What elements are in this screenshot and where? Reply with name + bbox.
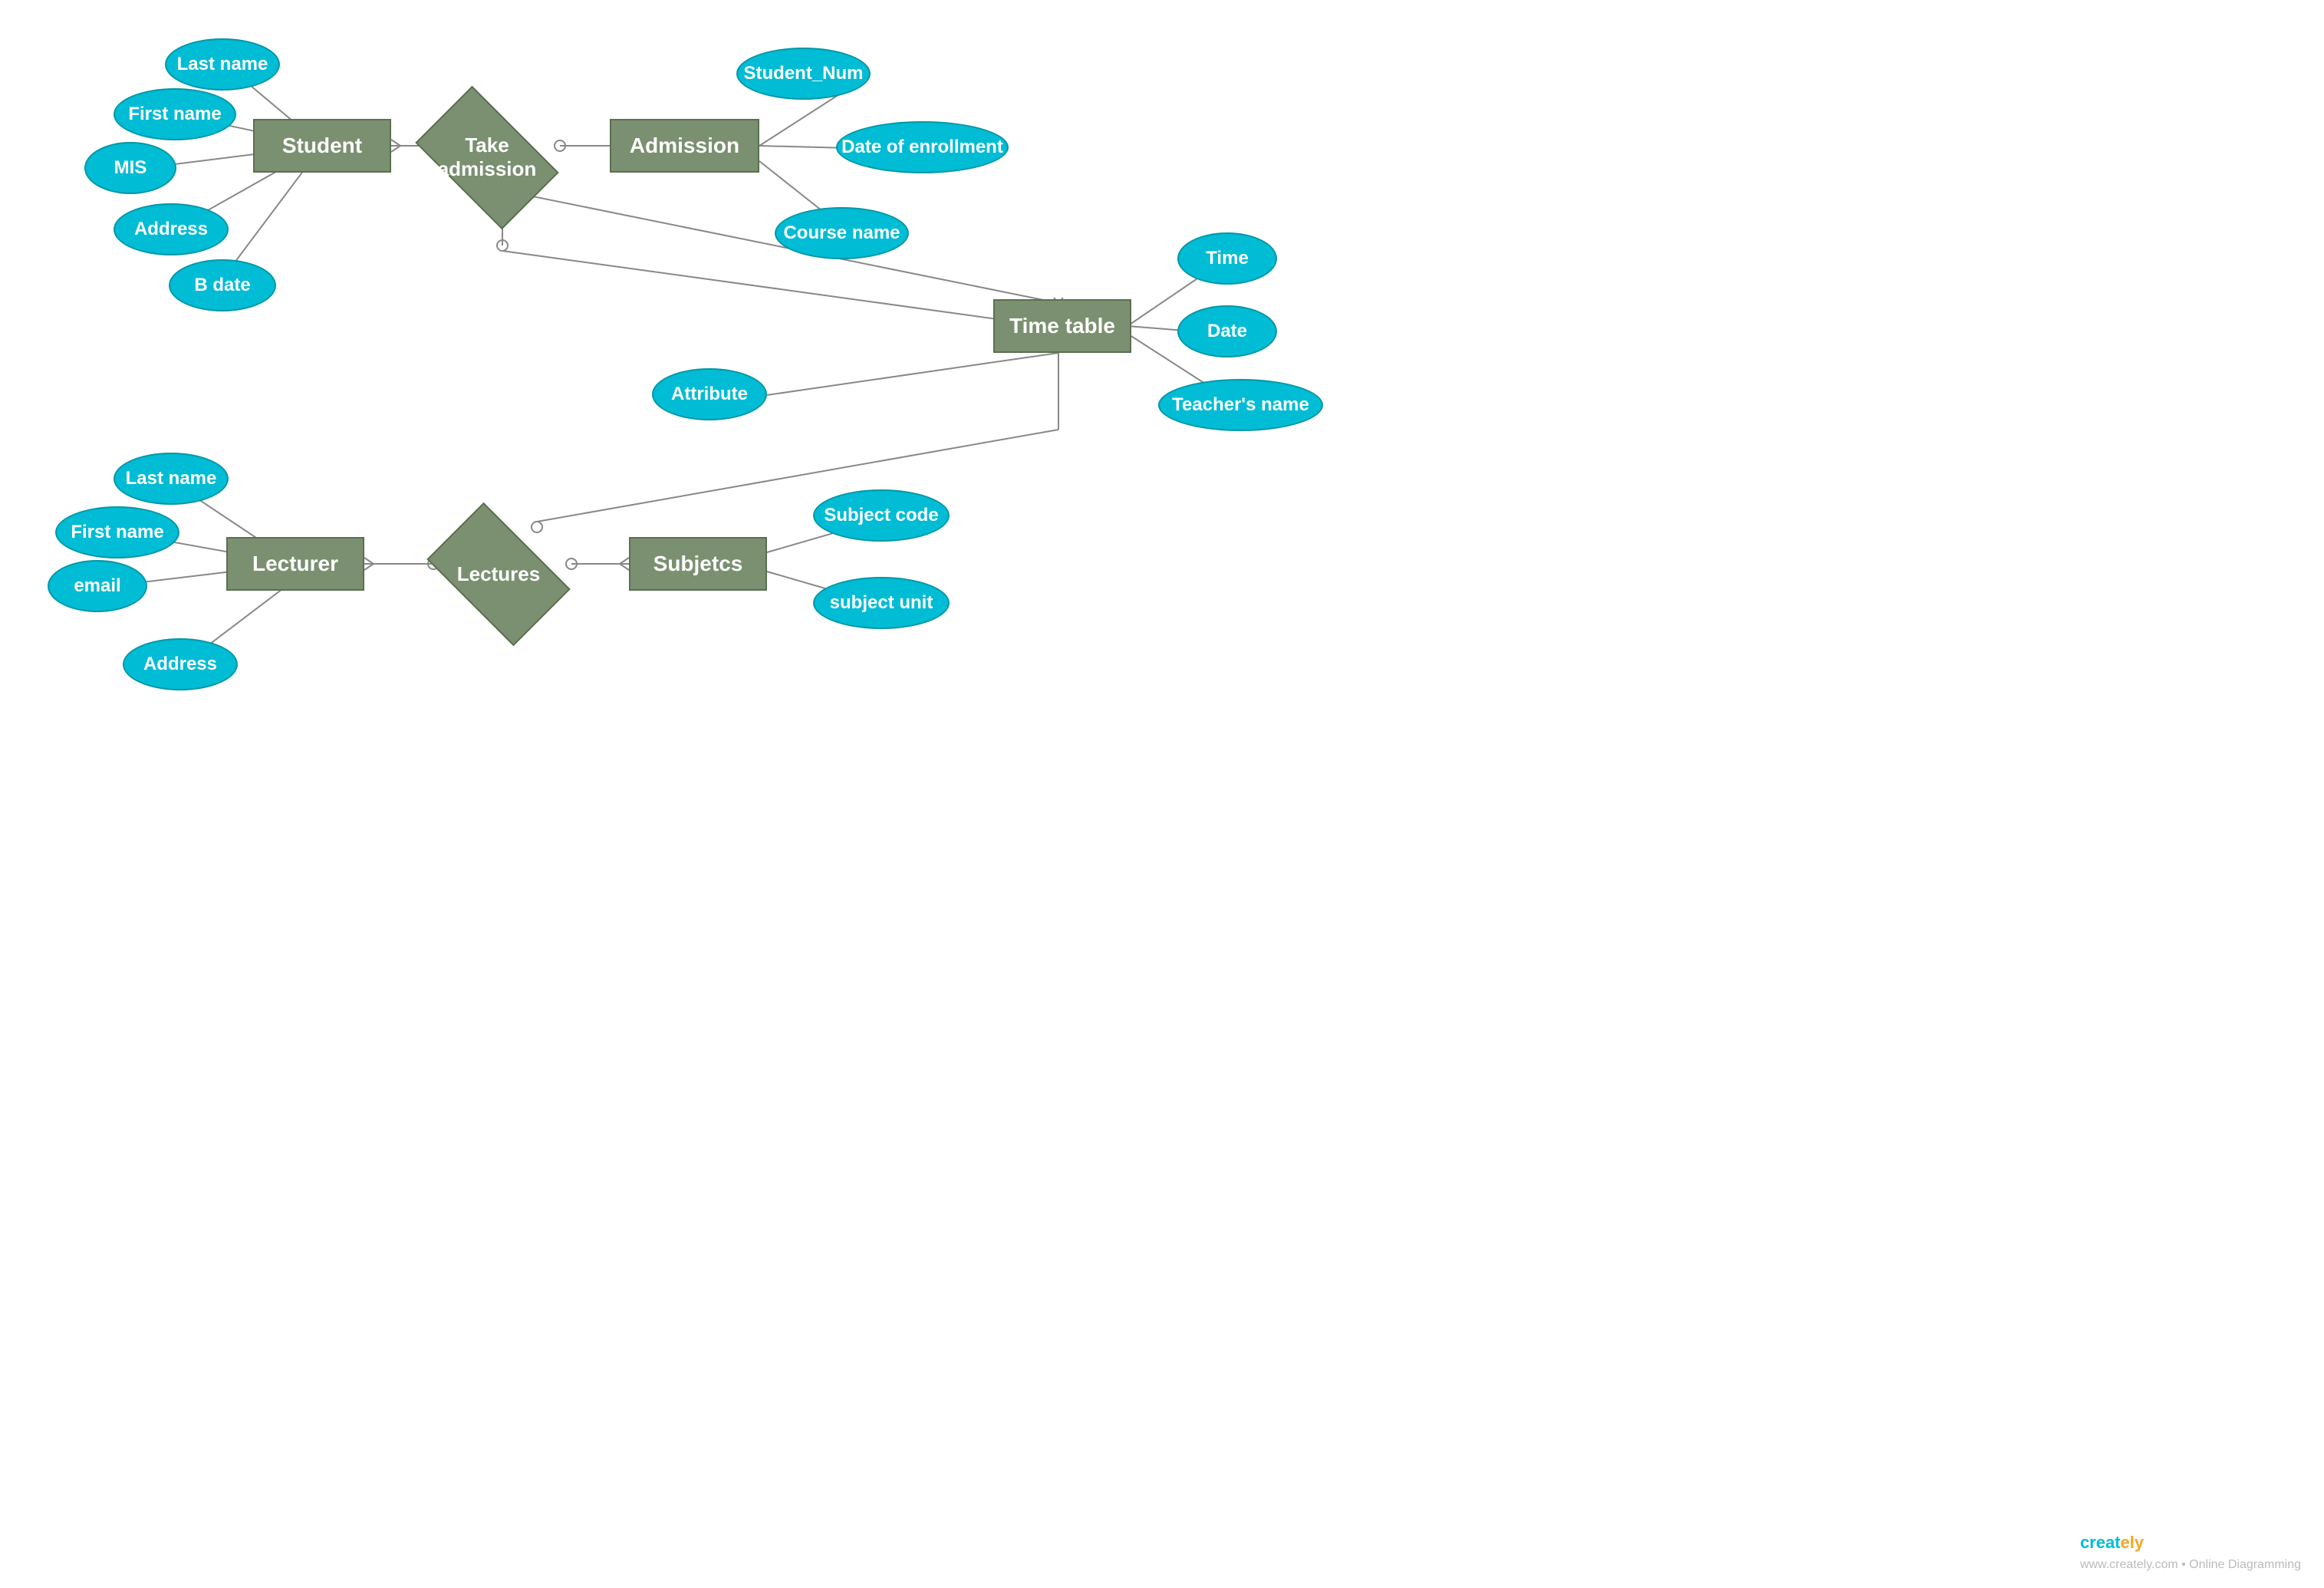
attr-sub-unit-label: subject unit <box>830 592 933 614</box>
watermark: creately www.creately.com • Online Diagr… <box>2080 1533 2301 1573</box>
connection-lines <box>0 0 2324 1588</box>
attr-lec-email-label: email <box>74 575 120 597</box>
entity-take-admission[interactable]: Take admission <box>418 111 556 203</box>
entity-student[interactable]: Student <box>253 119 391 173</box>
attr-admission-dateenroll-label: Date of enrollment <box>841 137 1003 158</box>
entity-timetable[interactable]: Time table <box>993 299 1131 353</box>
attr-student-bdate[interactable]: B date <box>169 259 276 311</box>
attr-student-mis-label: MIS <box>114 157 147 179</box>
take-admission-label: Take admission <box>418 133 556 181</box>
attr-tt-date[interactable]: Date <box>1177 305 1277 357</box>
attr-admission-studentnum-label: Student_Num <box>744 63 864 84</box>
entity-lectures[interactable]: Lectures <box>430 528 568 620</box>
entity-subjetcs[interactable]: Subjetcs <box>629 537 767 591</box>
watermark-ly: ely <box>2121 1533 2145 1552</box>
attr-lec-email[interactable]: email <box>48 560 147 612</box>
entity-admission[interactable]: Admission <box>610 119 759 173</box>
attr-student-lastname-label: Last name <box>177 54 268 75</box>
attr-student-address[interactable]: Address <box>114 203 229 255</box>
attr-admission-dateenroll[interactable]: Date of enrollment <box>836 121 1009 173</box>
attr-tt-teacher-label: Teacher's name <box>1172 394 1309 416</box>
entity-timetable-label: Time table <box>1009 314 1115 338</box>
entity-lecturer[interactable]: Lecturer <box>226 537 364 591</box>
attr-admission-studentnum[interactable]: Student_Num <box>736 48 871 100</box>
attr-student-firstname[interactable]: First name <box>114 88 236 140</box>
attr-tt-attribute[interactable]: Attribute <box>652 368 767 420</box>
attr-tt-date-label: Date <box>1207 321 1247 342</box>
attr-lec-firstname[interactable]: First name <box>55 506 179 558</box>
attr-tt-time-label: Time <box>1206 248 1249 269</box>
attr-student-firstname-label: First name <box>128 104 221 125</box>
attr-tt-time[interactable]: Time <box>1177 232 1277 285</box>
attr-student-bdate-label: B date <box>194 275 250 296</box>
attr-lec-lastname-label: Last name <box>126 468 217 489</box>
attr-admission-coursename[interactable]: Course name <box>775 207 909 259</box>
attr-lec-firstname-label: First name <box>71 522 163 543</box>
attr-sub-code-label: Subject code <box>824 505 938 526</box>
entity-subjetcs-label: Subjetcs <box>653 552 743 576</box>
er-diagram: Student Take admission Admission Time ta… <box>0 0 2324 1588</box>
attr-lec-address[interactable]: Address <box>123 638 238 690</box>
attr-student-lastname[interactable]: Last name <box>165 38 280 91</box>
lectures-label: Lectures <box>457 562 540 586</box>
entity-lecturer-label: Lecturer <box>252 552 338 576</box>
attr-admission-coursename-label: Course name <box>783 222 900 244</box>
entity-student-label: Student <box>282 133 362 158</box>
watermark-create: creat <box>2080 1533 2121 1552</box>
attr-sub-code[interactable]: Subject code <box>813 489 950 542</box>
entity-admission-label: Admission <box>630 133 739 158</box>
attr-sub-unit[interactable]: subject unit <box>813 577 950 629</box>
attr-lec-address-label: Address <box>143 654 217 675</box>
attr-lec-lastname[interactable]: Last name <box>114 453 229 505</box>
attr-tt-attribute-label: Attribute <box>671 384 748 405</box>
watermark-sub: www.creately.com • Online Diagramming <box>2080 1558 2301 1571</box>
attr-tt-teacher[interactable]: Teacher's name <box>1158 379 1323 431</box>
attr-student-mis[interactable]: MIS <box>84 142 176 194</box>
attr-student-address-label: Address <box>134 219 208 240</box>
